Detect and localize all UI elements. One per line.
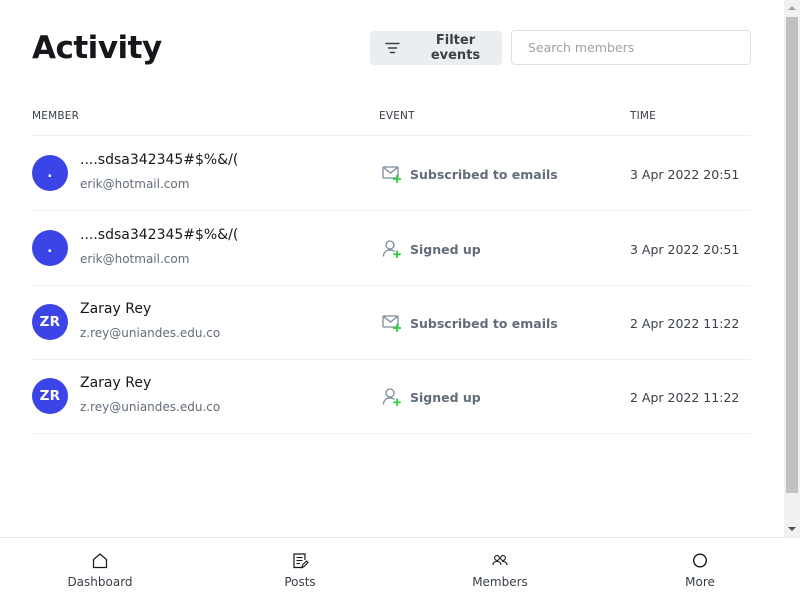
- filter-icon: [385, 42, 400, 54]
- member-name[interactable]: ....sdsa342345#$%&/(: [80, 151, 238, 169]
- avatar: ZR: [32, 378, 68, 414]
- members-icon: [492, 555, 508, 566]
- scroll-thumb[interactable]: [786, 17, 798, 493]
- event-label: Signed up: [410, 390, 481, 405]
- vertical-scrollbar[interactable]: [784, 0, 800, 537]
- member-email: z.rey@uniandes.edu.co: [80, 326, 221, 340]
- event-time: 3 Apr 2022 20:51: [630, 242, 740, 257]
- table-row[interactable]: . ....sdsa342345#$%&/( erik@hotmail.com …: [32, 136, 751, 211]
- member-name[interactable]: ....sdsa342345#$%&/(: [80, 226, 238, 244]
- nav-item-more[interactable]: More: [600, 538, 800, 601]
- nav-label-more: More: [685, 575, 715, 589]
- member-email: z.rey@uniandes.edu.co: [80, 400, 221, 414]
- column-header-member: MEMBER: [32, 110, 80, 122]
- nav-item-members[interactable]: Members: [400, 538, 600, 601]
- column-header-time: TIME: [630, 110, 657, 122]
- event-label: Subscribed to emails: [410, 316, 558, 331]
- table-row[interactable]: ZR Zaray Rey z.rey@uniandes.edu.co Signe…: [32, 359, 751, 434]
- user-plus-icon: [382, 240, 401, 258]
- user-plus-icon: [382, 388, 401, 406]
- scroll-down-arrow[interactable]: [788, 527, 796, 531]
- filter-events-button[interactable]: Filter events: [370, 31, 502, 65]
- nav-label-posts: Posts: [284, 575, 316, 589]
- filter-events-label: Filter events: [430, 33, 481, 63]
- event-label: Subscribed to emails: [410, 167, 558, 182]
- avatar: .: [32, 155, 68, 191]
- nav-item-dashboard[interactable]: Dashboard: [0, 538, 200, 601]
- posts-icon: [293, 553, 309, 569]
- table-row[interactable]: . ....sdsa342345#$%&/( erik@hotmail.com …: [32, 211, 751, 286]
- page-title: Activity: [32, 30, 162, 66]
- envelope-plus-icon: [382, 315, 401, 332]
- member-name[interactable]: Zaray Rey: [80, 300, 151, 318]
- event-time: 2 Apr 2022 11:22: [630, 390, 740, 405]
- avatar: ZR: [32, 304, 68, 340]
- column-header-event: EVENT: [379, 110, 415, 122]
- event-label: Signed up: [410, 242, 481, 257]
- home-icon: [92, 553, 108, 569]
- envelope-plus-icon: [382, 166, 401, 183]
- member-email: erik@hotmail.com: [80, 252, 190, 266]
- search-members-input[interactable]: [511, 30, 751, 65]
- member-name[interactable]: Zaray Rey: [80, 374, 151, 392]
- bottom-nav: Dashboard Posts Members More: [0, 537, 800, 601]
- avatar: .: [32, 230, 68, 266]
- event-time: 2 Apr 2022 11:22: [630, 316, 740, 331]
- event-time: 3 Apr 2022 20:51: [630, 167, 740, 182]
- table-row[interactable]: ZR Zaray Rey z.rey@uniandes.edu.co Subsc…: [32, 285, 751, 360]
- nav-label-dashboard: Dashboard: [67, 575, 133, 589]
- activity-page: Activity Filter events MEMBER EVENT TIME…: [0, 0, 784, 537]
- nav-label-members: Members: [472, 575, 528, 589]
- nav-item-posts[interactable]: Posts: [200, 538, 400, 601]
- scroll-up-arrow[interactable]: [788, 6, 796, 10]
- circle-icon: [692, 553, 708, 568]
- member-email: erik@hotmail.com: [80, 177, 190, 191]
